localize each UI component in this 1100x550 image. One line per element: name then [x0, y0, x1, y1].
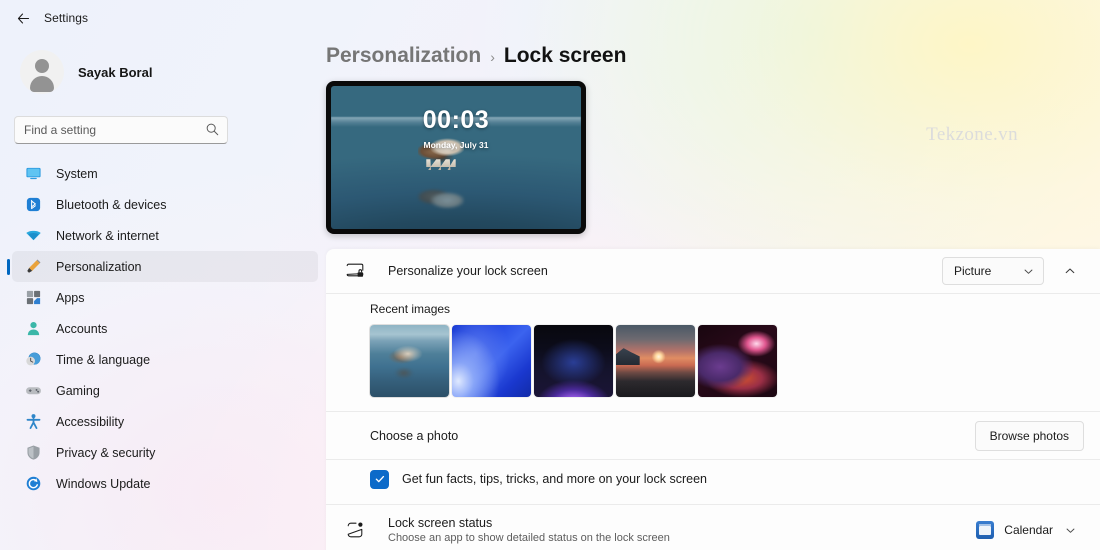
settings-card: Personalize your lock screen Picture Rec… — [326, 249, 1100, 550]
sidebar-item-network-internet[interactable]: Network & internet — [12, 220, 318, 251]
choose-photo-label: Choose a photo — [370, 428, 459, 443]
personalize-lock-screen-row: Personalize your lock screen Picture — [326, 249, 1100, 293]
recent-images-list — [370, 325, 1084, 397]
preview-screen: 00:03 Monday, July 31 — [331, 86, 581, 229]
choose-photo-row: Choose a photo Browse photos — [326, 412, 1100, 459]
sidebar-item-label: Apps — [56, 290, 85, 305]
chevron-down-icon — [1024, 269, 1033, 274]
sidebar-item-bluetooth-devices[interactable]: Bluetooth & devices — [12, 189, 318, 220]
calendar-icon — [976, 521, 995, 539]
sidebar-item-accessibility[interactable]: Accessibility — [12, 406, 318, 437]
browse-photos-label: Browse photos — [989, 428, 1069, 443]
sidebar: Sayak Boral System — [0, 36, 326, 550]
avatar — [20, 50, 64, 94]
breadcrumb: Personalization › Lock screen — [326, 36, 1100, 68]
personalize-label: Personalize your lock screen — [388, 264, 548, 278]
browse-photos-button[interactable]: Browse photos — [974, 420, 1084, 451]
sidebar-item-label: Personalization — [56, 259, 142, 274]
recent-images-label: Recent images — [370, 302, 451, 316]
gamepad-icon — [24, 382, 42, 400]
sidebar-item-privacy-security[interactable]: Privacy & security — [12, 437, 318, 468]
back-arrow-icon — [17, 12, 29, 24]
status-badge-icon — [344, 519, 366, 541]
page-title: Lock screen — [503, 44, 627, 67]
thumbnail-purple-glow[interactable] — [534, 325, 613, 397]
sidebar-item-accounts[interactable]: Accounts — [12, 313, 318, 344]
shield-icon — [24, 444, 42, 462]
checkmark-icon — [375, 475, 384, 483]
sidebar-nav: System Bluetooth & devices Network & int… — [0, 158, 326, 499]
clock-globe-icon — [24, 351, 42, 369]
lock-screen-status-value: Calendar — [1004, 523, 1053, 537]
breadcrumb-separator: › — [490, 49, 495, 65]
sidebar-item-system[interactable]: System — [12, 158, 318, 189]
preview-wolf-reflection — [418, 180, 464, 211]
watermark: Tekzone.vn — [926, 124, 1018, 145]
sidebar-item-label: Gaming — [56, 383, 100, 398]
sidebar-item-apps[interactable]: Apps — [12, 282, 318, 313]
lock-screen-status-texts: Lock screen status Choose an app to show… — [388, 516, 670, 544]
screen-lock-icon — [344, 260, 366, 282]
sidebar-item-label: Windows Update — [56, 476, 151, 491]
recent-images-section: Recent images — [326, 294, 1100, 411]
sidebar-item-label: Time & language — [56, 352, 151, 367]
chevron-up-icon — [1065, 268, 1075, 274]
sidebar-item-label: Bluetooth & devices — [56, 197, 167, 212]
lock-screen-status-app-dropdown[interactable]: Calendar — [969, 515, 1084, 545]
lock-screen-status-subtitle: Choose an app to show detailed status on… — [388, 532, 670, 544]
sidebar-item-label: System — [56, 166, 98, 181]
sidebar-item-gaming[interactable]: Gaming — [12, 375, 318, 406]
update-icon — [24, 475, 42, 493]
content-pane: Personalization › Lock screen 00:03 Mond… — [326, 36, 1100, 550]
person-icon — [24, 320, 42, 338]
wifi-icon — [24, 227, 42, 245]
collapse-section-button[interactable] — [1056, 257, 1084, 285]
search-box — [14, 116, 228, 144]
chevron-down-icon — [1066, 528, 1075, 533]
sidebar-item-windows-update[interactable]: Windows Update — [12, 468, 318, 499]
settings-window: Settings Sayak Boral Find a setting Syst… — [0, 0, 1100, 550]
fun-facts-row: Get fun facts, tips, tricks, and more on… — [326, 460, 1100, 498]
preview-time: 00:03 — [422, 106, 490, 135]
title-bar: Settings — [0, 0, 1100, 36]
thumbnail-blue-bloom[interactable] — [452, 325, 531, 397]
profile-card[interactable]: Sayak Boral — [14, 44, 224, 100]
lock-screen-status-title: Lock screen status — [388, 516, 493, 530]
sidebar-item-personalization[interactable]: Personalization — [12, 251, 318, 282]
thumbnail-sunset-coast[interactable] — [616, 325, 695, 397]
apps-icon — [24, 289, 42, 307]
thumbnail-red-swirl[interactable] — [698, 325, 777, 397]
fun-facts-label: Get fun facts, tips, tricks, and more on… — [402, 472, 707, 486]
preview-date: Monday, July 31 — [423, 140, 489, 151]
lock-screen-type-dropdown[interactable]: Picture — [942, 257, 1044, 285]
sidebar-item-label: Accounts — [56, 321, 108, 336]
bluetooth-icon — [24, 196, 42, 214]
sidebar-item-label: Network & internet — [56, 228, 159, 243]
fun-facts-checkbox[interactable] — [370, 469, 389, 489]
lock-screen-type-value: Picture — [954, 264, 992, 278]
lock-screen-preview: 00:03 Monday, July 31 — [326, 81, 586, 234]
paintbrush-icon — [24, 258, 42, 276]
lock-screen-status-row: Lock screen status Choose an app to show… — [326, 505, 1100, 550]
monitor-icon — [24, 165, 42, 183]
sidebar-item-time-language[interactable]: Time & language — [12, 344, 318, 375]
thumbnail-wolf-on-ice[interactable] — [370, 325, 449, 397]
breadcrumb-parent[interactable]: Personalization — [326, 44, 481, 68]
accessibility-icon — [24, 413, 42, 431]
app-title: Settings — [44, 11, 89, 25]
search-input[interactable] — [14, 116, 228, 144]
sidebar-item-label: Accessibility — [56, 414, 125, 429]
sidebar-item-label: Privacy & security — [56, 445, 156, 460]
profile-name: Sayak Boral — [78, 64, 153, 80]
back-button[interactable] — [8, 4, 38, 32]
